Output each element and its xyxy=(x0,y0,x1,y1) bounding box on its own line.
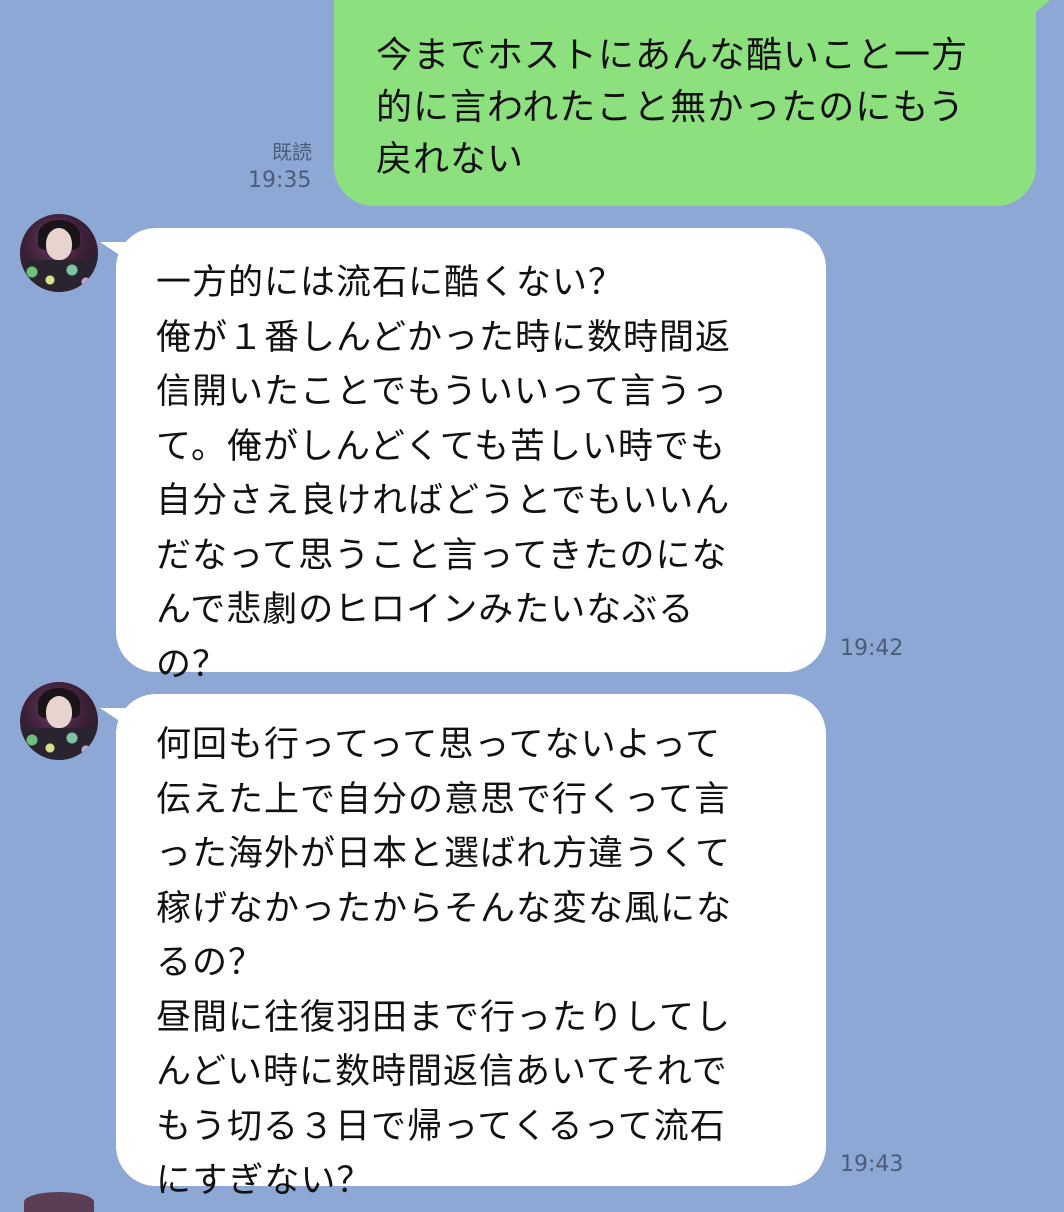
avatar-flowers xyxy=(20,260,98,292)
chat-view[interactable]: 既読 19:35 今までホストにあんな酷いこと一方 的に言われたこと無かったのに… xyxy=(0,0,1064,1212)
received-message-bubble[interactable]: 一方的には流石に酷くない？ 俺が１番しんどかった時に数時間返 信開いたことでもう… xyxy=(100,228,826,685)
contact-avatar-icon[interactable] xyxy=(20,214,98,292)
received-message-text: 一方的には流石に酷くない？ 俺が１番しんどかった時に数時間返 信開いたことでもう… xyxy=(156,263,731,685)
bubble-tail xyxy=(100,708,130,728)
avatar-face xyxy=(46,696,72,728)
received-message-timestamp: 19:43 xyxy=(840,1152,904,1177)
received-message-text: 何回も行ってって思ってないよって 伝えた上で自分の意思で行くって言 った海外が日… xyxy=(156,725,733,1201)
bubble-tail xyxy=(100,242,130,262)
sent-message-bubble[interactable]: 今までホストにあんな酷いこと一方 的に言われたこと無かったのにもう 戻れない xyxy=(334,0,1050,206)
read-receipt-label: 既読 xyxy=(272,140,312,164)
avatar-face xyxy=(46,228,72,260)
received-message-timestamp: 19:42 xyxy=(840,636,904,661)
next-avatar-partial xyxy=(24,1192,94,1212)
sent-message-timestamp: 19:35 xyxy=(248,168,312,193)
avatar-flowers xyxy=(20,728,98,760)
sent-message-text: 今までホストにあんな酷いこと一方 的に言われたこと無かったのにもう 戻れない xyxy=(376,35,969,180)
received-message-bubble[interactable]: 何回も行ってって思ってないよって 伝えた上で自分の意思で行くって言 った海外が日… xyxy=(100,694,826,1201)
bubble-tail xyxy=(1024,0,1050,22)
contact-avatar-icon[interactable] xyxy=(20,682,98,760)
